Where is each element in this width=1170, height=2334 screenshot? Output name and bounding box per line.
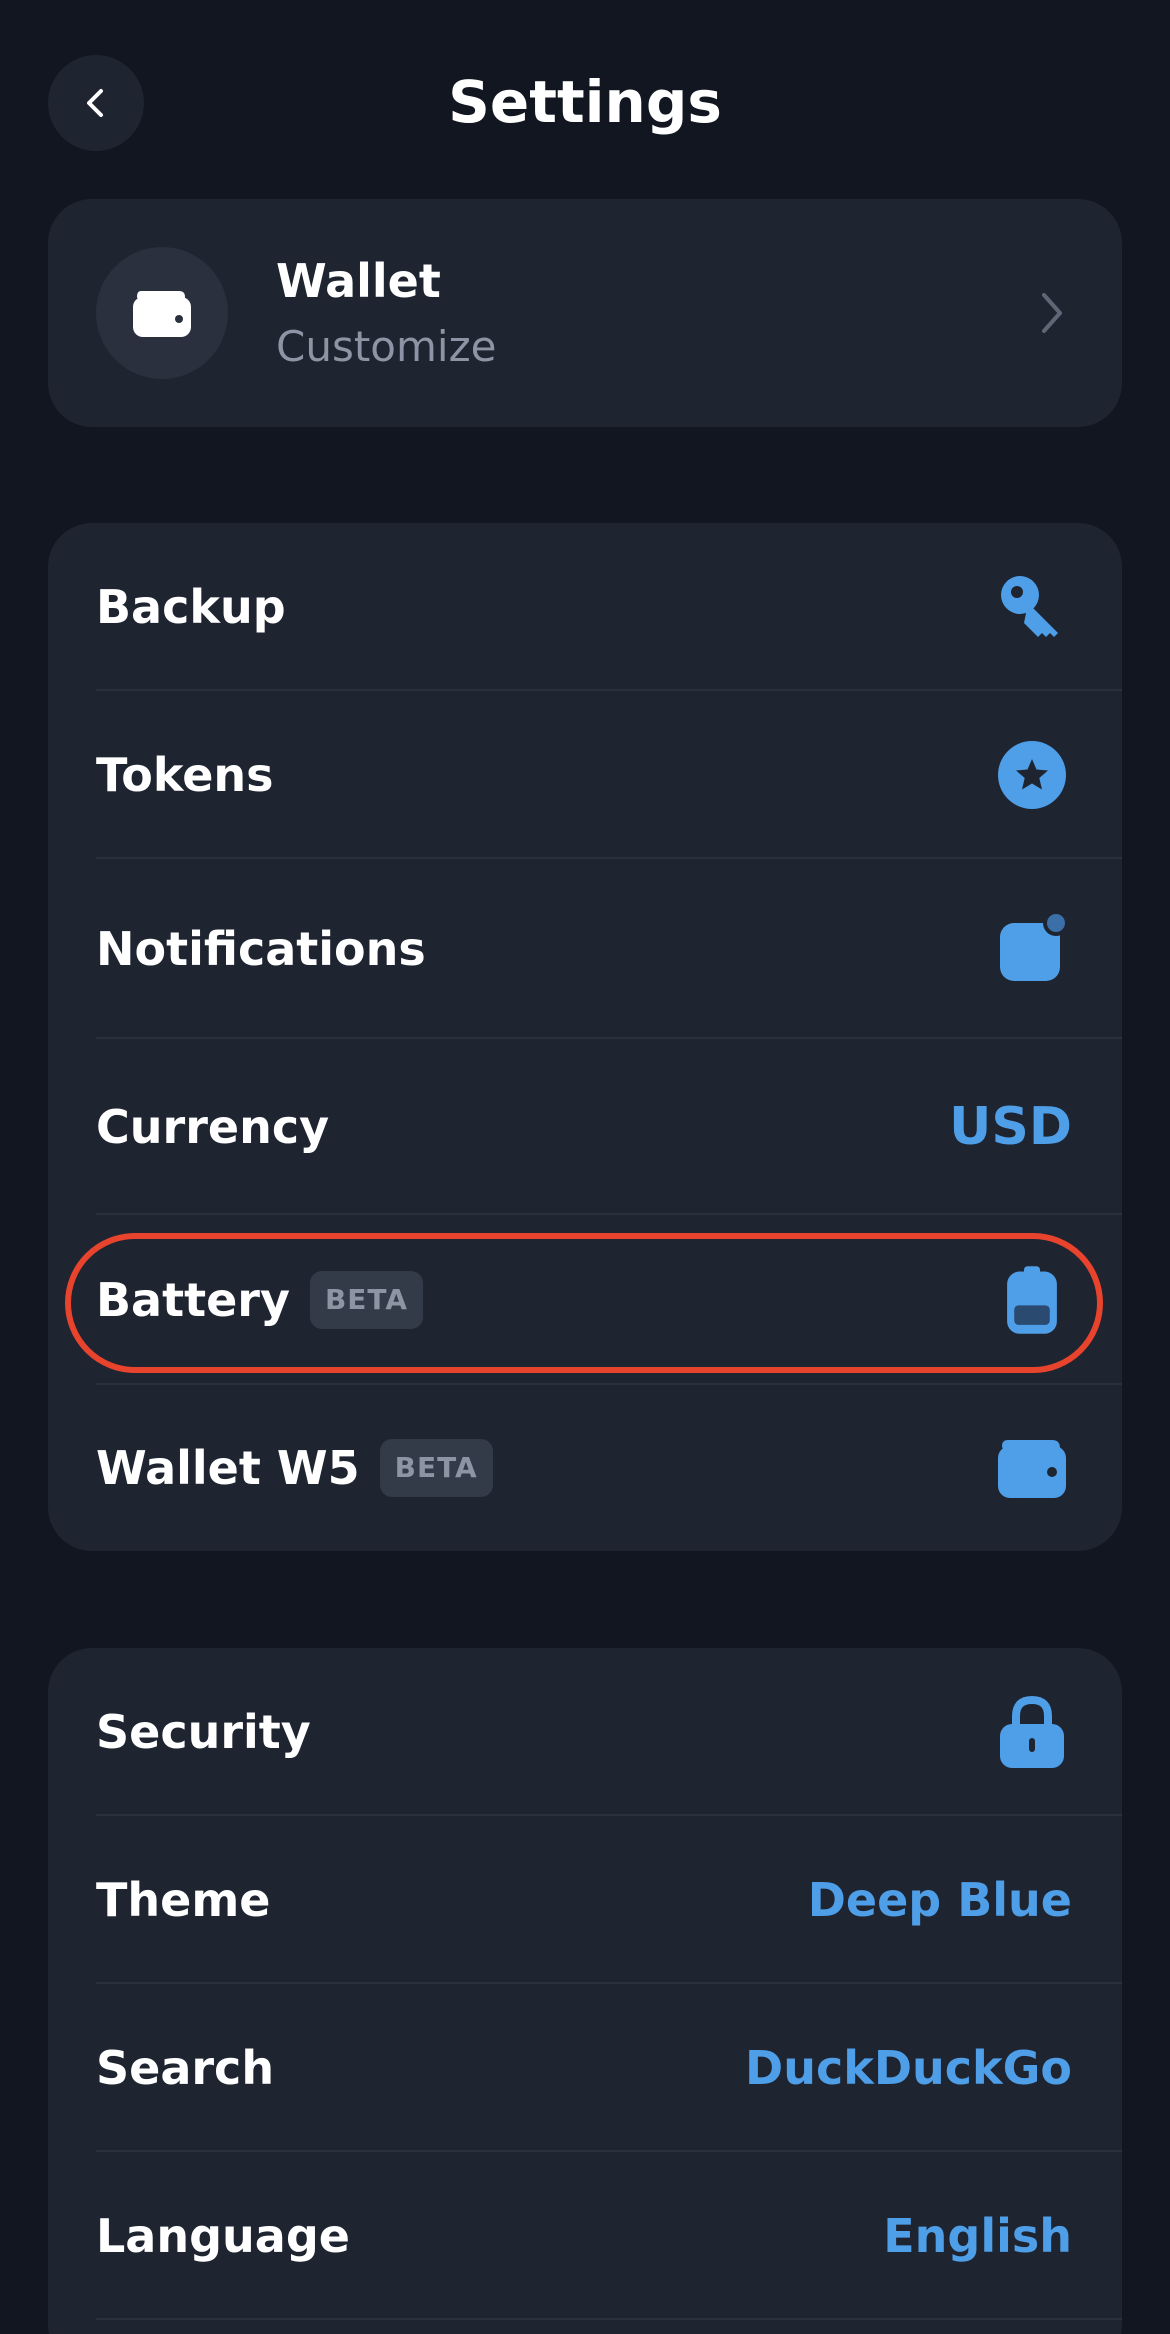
settings-row-wallet-w5[interactable]: Wallet W5 BETA (48, 1385, 1122, 1551)
star-circle-icon (996, 739, 1068, 811)
wallet-card[interactable]: Wallet Customize (48, 199, 1122, 427)
theme-value: Deep Blue (807, 1873, 1072, 1927)
wallet-avatar (96, 247, 228, 379)
row-label: Theme (96, 1873, 271, 1927)
settings-group-preferences: Security Theme Deep Blue Search DuckDuck… (48, 1648, 1122, 2334)
wallet-name: Wallet (276, 254, 441, 308)
row-label: Search (96, 2041, 275, 2095)
battery-icon (996, 1264, 1068, 1336)
row-label: Currency (96, 1100, 330, 1154)
row-label: Notifications (96, 922, 426, 976)
notification-icon (996, 913, 1068, 985)
settings-row-battery[interactable]: Battery BETA (48, 1215, 1122, 1385)
wallet-subtitle: Customize (276, 322, 497, 371)
row-label: Wallet W5 (96, 1441, 360, 1495)
settings-screen: Settings Wallet Customize Backup Tokens … (0, 0, 1170, 2334)
lock-icon (996, 1695, 1068, 1768)
settings-row-notifications[interactable]: Notifications (48, 859, 1122, 1039)
settings-row-security[interactable]: Security (48, 1648, 1122, 1816)
key-icon (996, 571, 1068, 643)
settings-group-main: Backup Tokens Notifications Currency USD… (48, 523, 1122, 1551)
beta-badge: BETA (309, 1271, 424, 1329)
row-label: Language (96, 2209, 350, 2263)
row-label: Tokens (96, 748, 274, 802)
chevron-right-icon (1042, 293, 1062, 333)
row-label: Security (96, 1705, 311, 1759)
settings-row-currency[interactable]: Currency USD (48, 1039, 1122, 1215)
settings-row-theme[interactable]: Theme Deep Blue (48, 1816, 1122, 1984)
search-engine-value: DuckDuckGo (745, 2041, 1072, 2095)
row-label: Backup (96, 580, 286, 634)
row-label: Battery (96, 1273, 290, 1327)
settings-row-tokens[interactable]: Tokens (48, 691, 1122, 859)
currency-value: USD (949, 1097, 1072, 1157)
wallet-icon (996, 1432, 1068, 1504)
settings-row-language[interactable]: Language English (48, 2152, 1122, 2320)
settings-row-backup[interactable]: Backup (48, 523, 1122, 691)
beta-badge: BETA (379, 1439, 493, 1497)
page-title: Settings (448, 68, 722, 136)
language-value: English (883, 2209, 1072, 2263)
wallet-icon (133, 291, 191, 337)
settings-row-search[interactable]: Search DuckDuckGo (48, 1984, 1122, 2152)
